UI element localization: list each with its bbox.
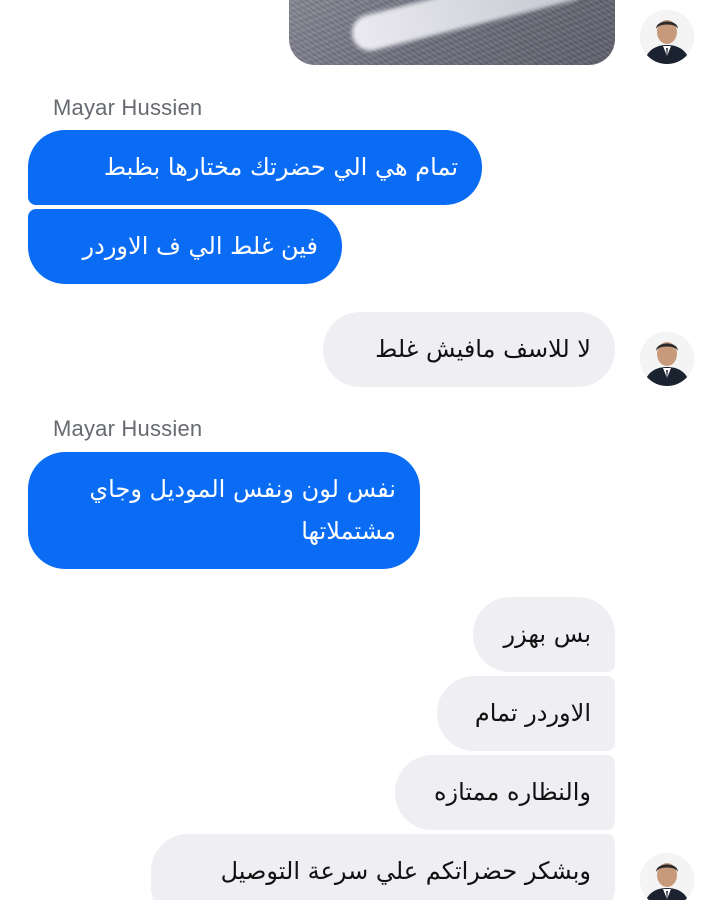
avatar[interactable] — [640, 10, 694, 64]
outgoing-message[interactable]: والنظاره ممتازه — [395, 755, 615, 830]
outgoing-message[interactable]: لا للاسف مافيش غلط — [323, 312, 615, 387]
outgoing-message[interactable]: الاوردر تمام — [437, 676, 615, 751]
outgoing-message[interactable]: بس بهزر — [473, 597, 615, 672]
person-avatar-icon — [640, 10, 694, 64]
sender-name: Mayar Hussien — [53, 416, 203, 441]
message-text: والنظاره ممتازه — [433, 778, 591, 806]
incoming-message[interactable]: تمام هي الي حضرتك مختارها بظبط — [28, 130, 482, 205]
image-message[interactable] — [289, 0, 615, 65]
incoming-message[interactable]: فين غلط الي ف الاوردر — [28, 209, 342, 284]
message-text: الاوردر تمام — [474, 699, 591, 727]
message-text: بس بهزر — [503, 620, 591, 648]
chat-thread: Mayar Hussien تمام هي الي حضرتك مختارها … — [0, 0, 720, 900]
person-avatar-icon — [640, 332, 694, 386]
avatar[interactable] — [640, 853, 694, 900]
outgoing-message[interactable]: وبشكر حضراتكم علي سرعة التوصيل — [151, 834, 615, 900]
avatar[interactable] — [640, 332, 694, 386]
sender-name: Mayar Hussien — [53, 95, 203, 120]
person-avatar-icon — [640, 853, 694, 900]
message-text: فين غلط الي ف الاوردر — [82, 232, 318, 260]
message-text: وبشكر حضراتكم علي سرعة التوصيل — [220, 857, 591, 885]
message-text: لا للاسف مافيش غلط — [375, 335, 591, 363]
message-text: تمام هي الي حضرتك مختارها بظبط — [103, 153, 458, 181]
incoming-message[interactable]: نفس لون ونفس الموديل وجاي مشتملاتها — [28, 452, 420, 569]
message-text: نفس لون ونفس الموديل وجاي مشتملاتها — [89, 475, 396, 545]
